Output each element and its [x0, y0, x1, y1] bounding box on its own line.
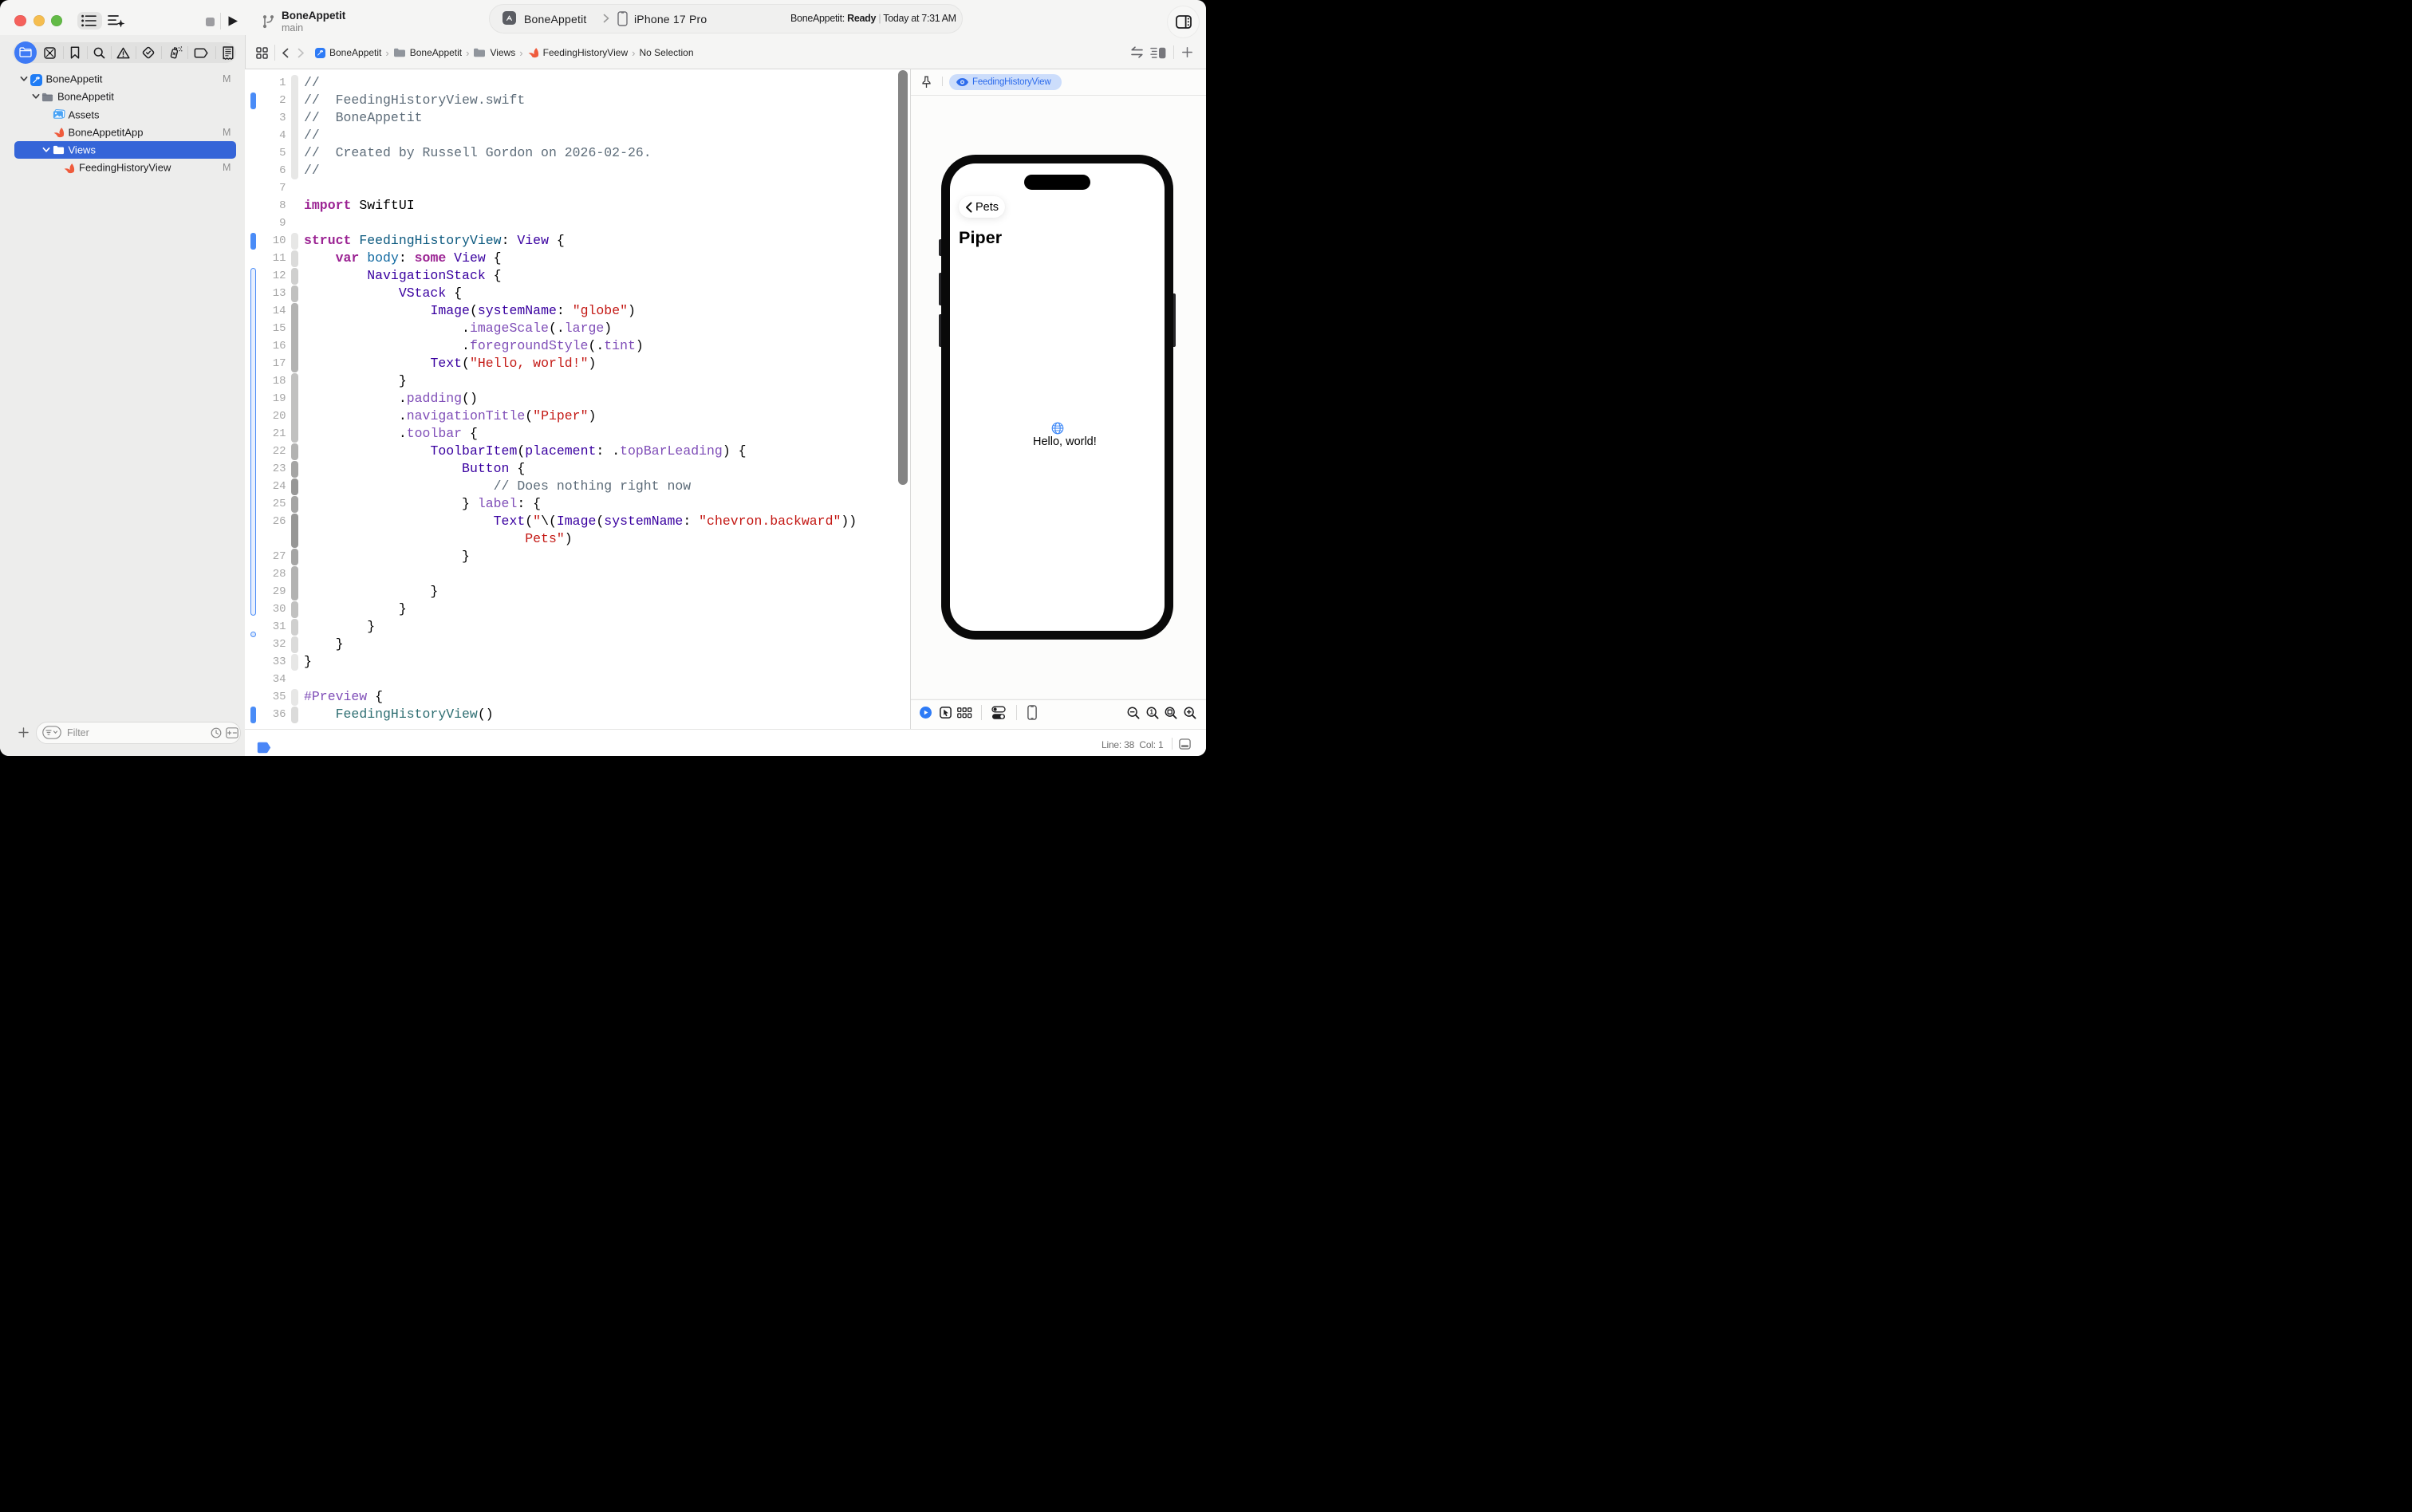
svg-text:1: 1	[1149, 708, 1153, 715]
